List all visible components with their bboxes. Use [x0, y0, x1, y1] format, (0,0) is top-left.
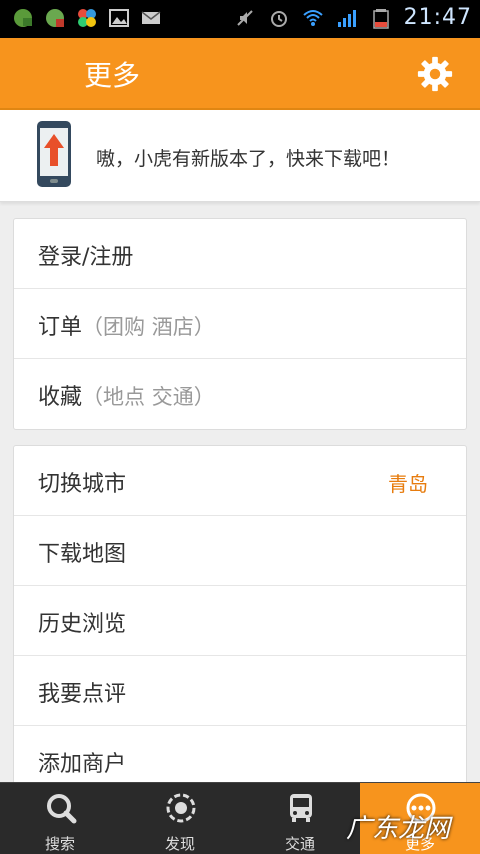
- phone-update-icon: [37, 121, 71, 187]
- app-header: 更多: [0, 38, 480, 110]
- history-label: 历史浏览: [38, 612, 127, 637]
- discover-icon: [166, 793, 196, 823]
- tools-group: 切换城市 青岛 下载地图 历史浏览 我要点评 添加商户: [13, 445, 467, 797]
- watermark: 广东龙网: [346, 814, 451, 844]
- switch-city-label: 切换城市: [38, 472, 127, 497]
- orders-label: 订单（团购 酒店）: [38, 309, 215, 341]
- tab-discover[interactable]: 发现: [120, 783, 240, 854]
- current-city: 青岛: [388, 472, 428, 496]
- list-item-switch-city[interactable]: 切换城市 青岛: [14, 446, 466, 516]
- image-icon: [109, 9, 129, 27]
- mail-icon: [141, 11, 161, 24]
- alarm-icon: [270, 10, 287, 27]
- gear-icon[interactable]: [416, 55, 454, 93]
- review-label: 我要点评: [38, 682, 127, 707]
- list-item-orders[interactable]: 订单（团购 酒店）: [14, 289, 466, 359]
- clover-icon: [78, 9, 96, 27]
- update-banner[interactable]: 嗷，小虎有新版本了，快来下载吧！: [0, 110, 480, 202]
- orders-title: 订单: [38, 315, 83, 340]
- tab-search[interactable]: 搜索: [0, 783, 120, 854]
- list-item-login[interactable]: 登录/注册: [14, 219, 466, 289]
- favorites-label: 收藏（地点 交通）: [38, 379, 215, 411]
- orders-subtitle: （团购 酒店）: [82, 315, 215, 339]
- app-icon: [46, 9, 64, 27]
- list-item-download-map[interactable]: 下载地图: [14, 516, 466, 586]
- system-icons: 21:47: [234, 5, 472, 30]
- favorites-subtitle: （地点 交通）: [82, 385, 215, 409]
- tab-transport[interactable]: 交通: [240, 783, 360, 854]
- search-icon: [47, 794, 77, 824]
- battery-icon: [372, 8, 389, 29]
- list-item-favorites[interactable]: 收藏（地点 交通）: [14, 359, 466, 429]
- tab-discover-label: 发现: [164, 835, 195, 853]
- login-label: 登录/注册: [38, 245, 134, 270]
- add-merchant-label: 添加商户: [38, 752, 127, 777]
- mute-icon: [236, 9, 253, 26]
- wifi-icon: [302, 9, 323, 26]
- signal-icon: [337, 9, 356, 27]
- tab-transport-label: 交通: [284, 835, 315, 853]
- clock: 21:47: [403, 5, 472, 30]
- list-item-history[interactable]: 历史浏览: [14, 586, 466, 656]
- favorites-title: 收藏: [38, 385, 83, 410]
- notification-icons: [12, 7, 162, 29]
- bus-icon: [290, 794, 312, 822]
- tab-search-label: 搜索: [44, 835, 75, 853]
- status-bar: 21:47: [0, 0, 480, 38]
- account-group: 登录/注册 订单（团购 酒店） 收藏（地点 交通）: [13, 218, 467, 430]
- download-map-label: 下载地图: [38, 542, 127, 567]
- list-item-review[interactable]: 我要点评: [14, 656, 466, 726]
- update-message: 嗷，小虎有新版本了，快来下载吧！: [96, 148, 401, 170]
- app-icon: [14, 9, 32, 27]
- page-title: 更多: [84, 59, 141, 92]
